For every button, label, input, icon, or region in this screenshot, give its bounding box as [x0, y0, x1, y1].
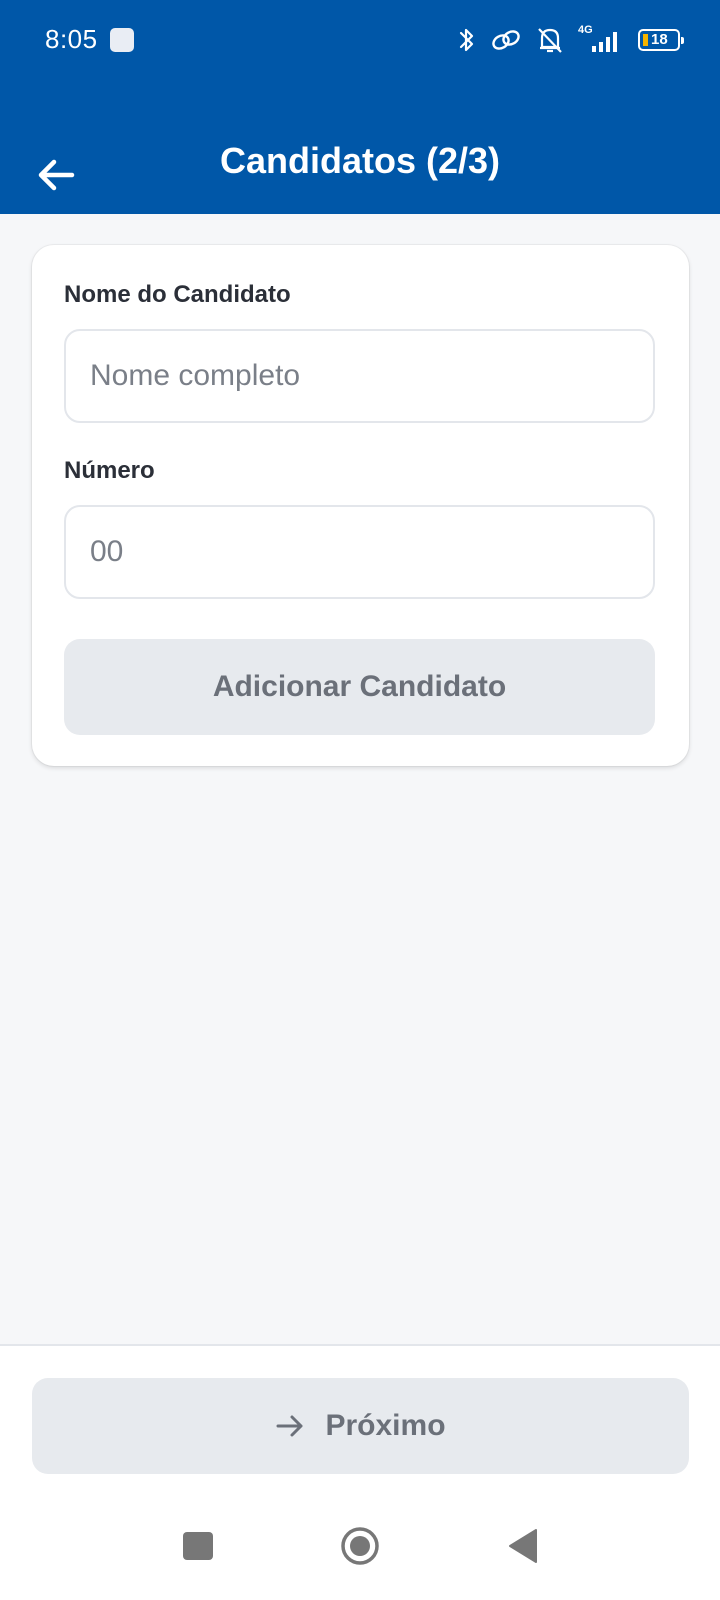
add-candidate-button[interactable]: Adicionar Candidato: [64, 639, 655, 735]
status-bar: 8:05 4G 18: [0, 0, 720, 80]
name-field-label: Nome do Candidato: [64, 281, 291, 308]
notification-icon: [110, 28, 134, 52]
system-back-button[interactable]: [508, 1528, 538, 1564]
link-icon: [492, 30, 520, 50]
signal-bars-icon: [592, 32, 617, 52]
bell-muted-icon: [538, 28, 562, 53]
next-button-label: Próximo: [325, 1409, 446, 1442]
candidate-name-input[interactable]: [64, 329, 655, 423]
candidate-number-input[interactable]: [64, 505, 655, 599]
bluetooth-icon: [459, 28, 474, 52]
candidate-form-card: Nome do Candidato Número Adicionar Candi…: [32, 245, 689, 766]
triangle-back-icon: [509, 1529, 537, 1563]
arrow-right-icon: [276, 1415, 303, 1437]
battery-level: 18: [651, 31, 668, 48]
home-button[interactable]: [340, 1526, 380, 1566]
page-title: Candidatos (2/3): [219, 140, 501, 181]
system-nav-bar: [0, 1510, 720, 1600]
number-field-label: Número: [64, 457, 155, 484]
app-header: 8:05 4G 18 Candidatos (2/3): [0, 0, 720, 214]
signal-indicator: 4G: [578, 22, 624, 58]
status-icons: 4G 18: [458, 20, 684, 60]
next-button[interactable]: Próximo: [32, 1378, 689, 1474]
battery-icon: 18: [638, 29, 684, 51]
recent-apps-button[interactable]: [183, 1532, 213, 1560]
home-circle-icon: [341, 1527, 379, 1565]
status-time: 8:05: [45, 24, 98, 54]
